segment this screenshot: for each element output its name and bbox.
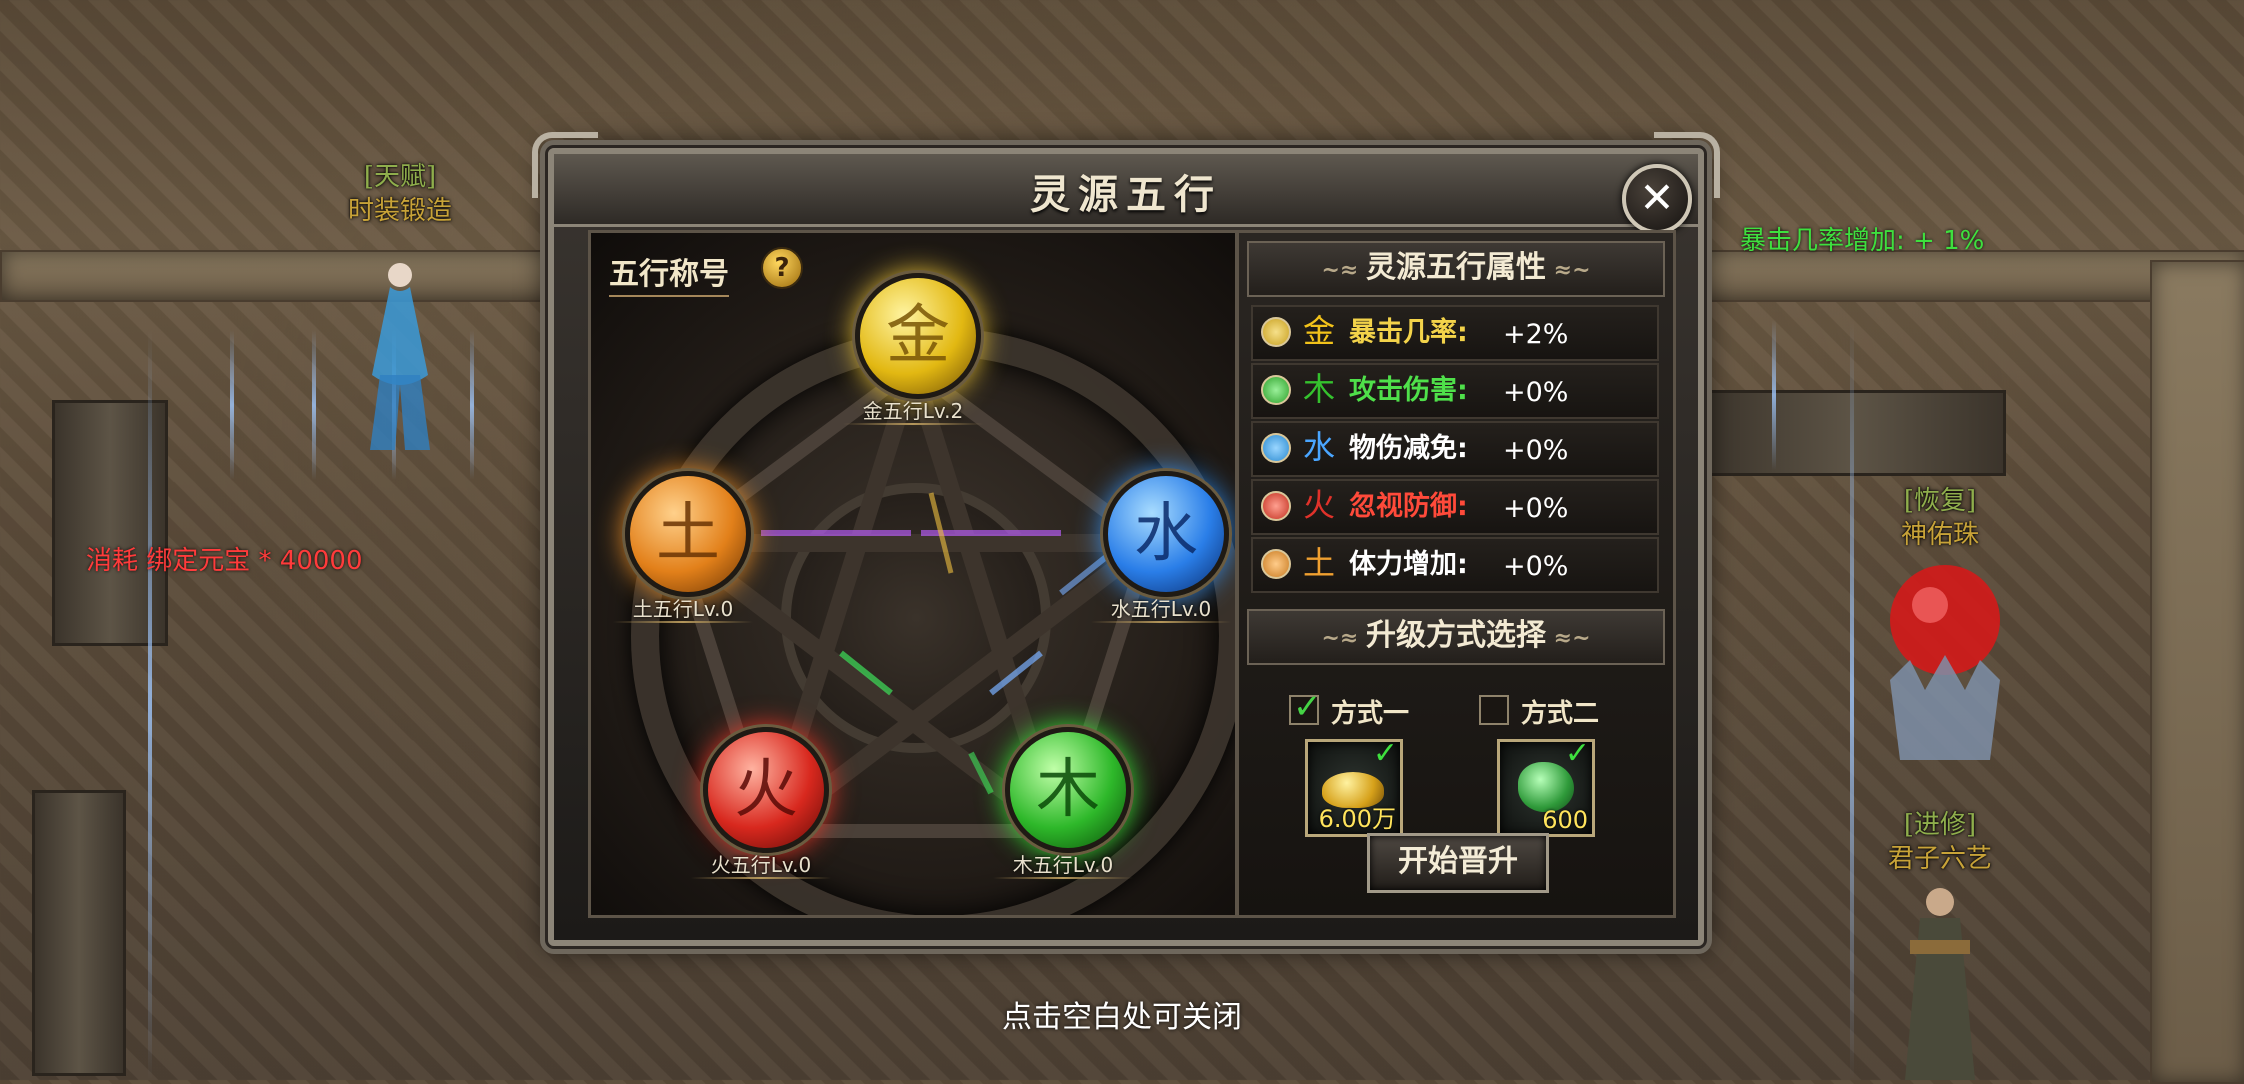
start-upgrade-button[interactable]: 开始晋升 (1367, 833, 1549, 893)
method1-amount: 6.00万 (1318, 805, 1396, 833)
water-orb-icon[interactable]: 水 (1103, 471, 1229, 597)
help-icon[interactable]: ? (761, 247, 803, 289)
light-beam (1850, 320, 1854, 1080)
earth-glyph: 土 (656, 497, 720, 571)
npc-name: 神佑珠 (1900, 520, 1979, 550)
water-glyph: 水 (1134, 497, 1198, 571)
metal-glyph: 金 (886, 299, 950, 373)
npc-tag: [进修] (1903, 810, 1977, 840)
attr-row-fire: 火 忽视防御: +0% (1251, 479, 1659, 535)
fire-symbol-icon: 火 (1303, 486, 1336, 524)
method2-amount: 600 (1542, 806, 1588, 834)
npc-figure-woman[interactable] (350, 255, 450, 455)
water-level-label: 水五行Lv.0 (1110, 597, 1212, 621)
close-button[interactable]: ✕ (1622, 164, 1692, 234)
pentagram-panel: 五行称号 ? 金 金五行Lv.2 土 土五行Lv.0 水 水五行Lv.0 火 火… (588, 230, 1238, 918)
attr-row-wood: 木 攻击伤害: +0% (1251, 363, 1659, 419)
red-orb-pedestal[interactable] (1870, 550, 2020, 770)
earth-level-label: 土五行Lv.0 (632, 597, 734, 621)
fire-glyph: 火 (734, 753, 798, 827)
light-beam (312, 330, 316, 480)
wood-orb-icon[interactable]: 木 (1005, 727, 1131, 853)
attr-value: +0% (1503, 435, 1569, 466)
label-underline (843, 423, 983, 425)
metal-level-label: 金五行Lv.2 (862, 399, 964, 423)
fire-orb-icon[interactable]: 火 (703, 727, 829, 853)
label-underline (691, 877, 831, 879)
wuxing-title-label: 五行称号 (609, 249, 729, 297)
upgrade-header: ~≈ 升级方式选择 ≈~ (1247, 609, 1665, 665)
stone-wall-top (0, 250, 564, 302)
method1-label[interactable]: 方式一 (1331, 693, 1409, 730)
method1-checkbox[interactable]: ✓ (1289, 687, 1322, 727)
attr-name: 暴击几率: (1349, 317, 1468, 348)
light-beam (470, 330, 474, 480)
npc-name: 时装锻造 (347, 196, 452, 226)
attr-value: +0% (1503, 377, 1569, 408)
attr-row-water: 水 物伤减免: +0% (1251, 421, 1659, 477)
upgrade-header-text: 升级方式选择 (1366, 618, 1546, 653)
attr-name: 忽视防御: (1349, 491, 1468, 522)
stone-column-right (2150, 260, 2244, 1084)
water-symbol-icon: 水 (1303, 428, 1336, 466)
wood-dot-icon (1261, 375, 1291, 405)
water-dot-icon (1261, 433, 1291, 463)
header-ornament-right: ≈~ (1546, 625, 1591, 651)
check-icon: ✓ (1372, 736, 1398, 771)
header-ornament-left: ~≈ (1321, 257, 1366, 283)
npc-name: 君子六艺 (1887, 844, 1992, 874)
light-beam (1772, 320, 1776, 470)
fire-level-label: 火五行Lv.0 (710, 853, 812, 877)
npc-figure-scholar[interactable] (1880, 880, 2000, 1080)
header-ornament-left: ~≈ (1321, 625, 1366, 651)
npc-divine-orb[interactable]: [恢复] 神佑珠 (1840, 484, 2040, 552)
npc-tag: [天赋] (363, 162, 437, 192)
attr-value: +0% (1503, 551, 1569, 582)
wood-symbol-icon: 木 (1303, 370, 1336, 408)
npc-fashion-forge[interactable]: [天赋] 时装锻造 (300, 160, 500, 228)
npc-tag: [恢复] (1903, 486, 1977, 516)
method2-checkbox[interactable] (1479, 695, 1509, 725)
label-underline (613, 621, 753, 623)
metal-symbol-icon: 金 (1303, 312, 1336, 350)
attribute-header: ~≈ 灵源五行属性 ≈~ (1247, 241, 1665, 297)
attr-name: 物伤减免: (1349, 433, 1468, 464)
header-ornament-right: ≈~ (1546, 257, 1591, 283)
earth-dot-icon (1261, 549, 1291, 579)
attr-name: 体力增加: (1349, 549, 1468, 580)
attr-value: +0% (1503, 493, 1569, 524)
attr-name: 攻击伤害: (1349, 375, 1468, 406)
wood-glyph: 木 (1036, 753, 1100, 827)
label-underline (993, 877, 1133, 879)
attribute-panel: ~≈ 灵源五行属性 ≈~ 金 暴击几率: +2% 木 攻击伤害: +0% 水 物… (1236, 230, 1676, 918)
check-icon: ✓ (1564, 736, 1590, 771)
method2-label[interactable]: 方式二 (1521, 693, 1599, 730)
wood-level-label: 木五行Lv.0 (1012, 853, 1114, 877)
fire-dot-icon (1261, 491, 1291, 521)
metal-orb-icon[interactable]: 金 (855, 273, 981, 399)
npc-six-arts[interactable]: [进修] 君子六艺 (1840, 808, 2040, 876)
wuxing-dialog: 灵源五行 ✕ 五行称号 ? 金 金五行Lv.2 土 土五行Lv.0 水 水五行L… (532, 132, 1720, 946)
metal-dot-icon (1261, 317, 1291, 347)
label-underline (1091, 621, 1231, 623)
attribute-header-text: 灵源五行属性 (1366, 250, 1546, 285)
cost-text: 消耗 绑定元宝 * 40000 (86, 546, 363, 576)
earth-orb-icon[interactable]: 土 (625, 471, 751, 597)
check-icon: ✓ (1293, 687, 1322, 727)
dialog-title: 灵源五行 (1030, 171, 1222, 218)
light-beam (148, 330, 152, 1080)
earth-symbol-icon: 土 (1303, 544, 1336, 582)
attr-row-metal: 金 暴击几率: +2% (1251, 305, 1659, 361)
buff-text: 暴击几率增加: + 1% (1740, 226, 1985, 256)
method1-item-slot[interactable]: ✓ 6.00万 (1305, 736, 1403, 837)
attr-row-earth: 土 体力增加: +0% (1251, 537, 1659, 593)
method2-item-slot[interactable]: ✓ 600 (1497, 736, 1595, 837)
close-hint-text[interactable]: 点击空白处可关闭 (0, 992, 2244, 1036)
dialog-title-bar: 灵源五行 ✕ (554, 154, 1698, 234)
light-beam (230, 330, 234, 480)
attr-value: +2% (1503, 319, 1569, 350)
